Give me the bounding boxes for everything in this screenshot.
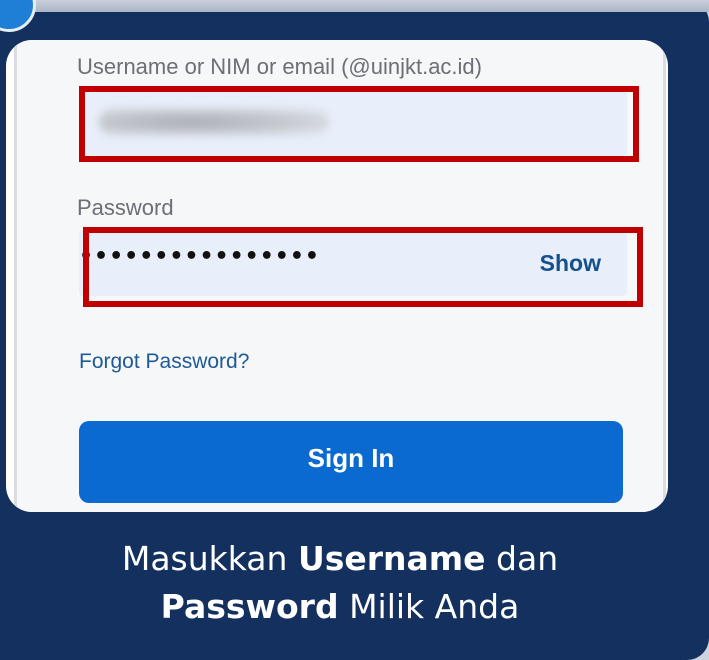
password-label: Password [77, 195, 174, 220]
sign-in-button[interactable]: Sign In [79, 421, 623, 503]
instruction-caption: Masukkan Username dan Password Milik And… [0, 535, 680, 631]
username-highlight-box [79, 86, 639, 162]
caption-bold-username: Username [297, 539, 486, 578]
login-form: Username or NIM or email (@uinjkt.ac.id)… [14, 40, 666, 512]
top-strip [0, 0, 709, 12]
login-screenshot: Username or NIM or email (@uinjkt.ac.id)… [6, 40, 668, 512]
instruction-panel: Username or NIM or email (@uinjkt.ac.id)… [0, 0, 709, 660]
forgot-password-link[interactable]: Forgot Password? [79, 350, 249, 374]
caption-text: Masukkan [121, 539, 298, 578]
caption-text: dan [485, 539, 559, 578]
caption-line-2: Password Milik Anda [0, 583, 680, 631]
corner-badge [0, 0, 36, 32]
caption-text: Milik Anda [338, 587, 520, 626]
caption-line-1: Masukkan Username dan [0, 535, 680, 583]
sign-in-label: Sign In [307, 442, 395, 473]
username-label: Username or NIM or email (@uinjkt.ac.id) [77, 54, 482, 79]
password-highlight-box [83, 227, 643, 307]
caption-bold-password: Password [160, 587, 339, 626]
